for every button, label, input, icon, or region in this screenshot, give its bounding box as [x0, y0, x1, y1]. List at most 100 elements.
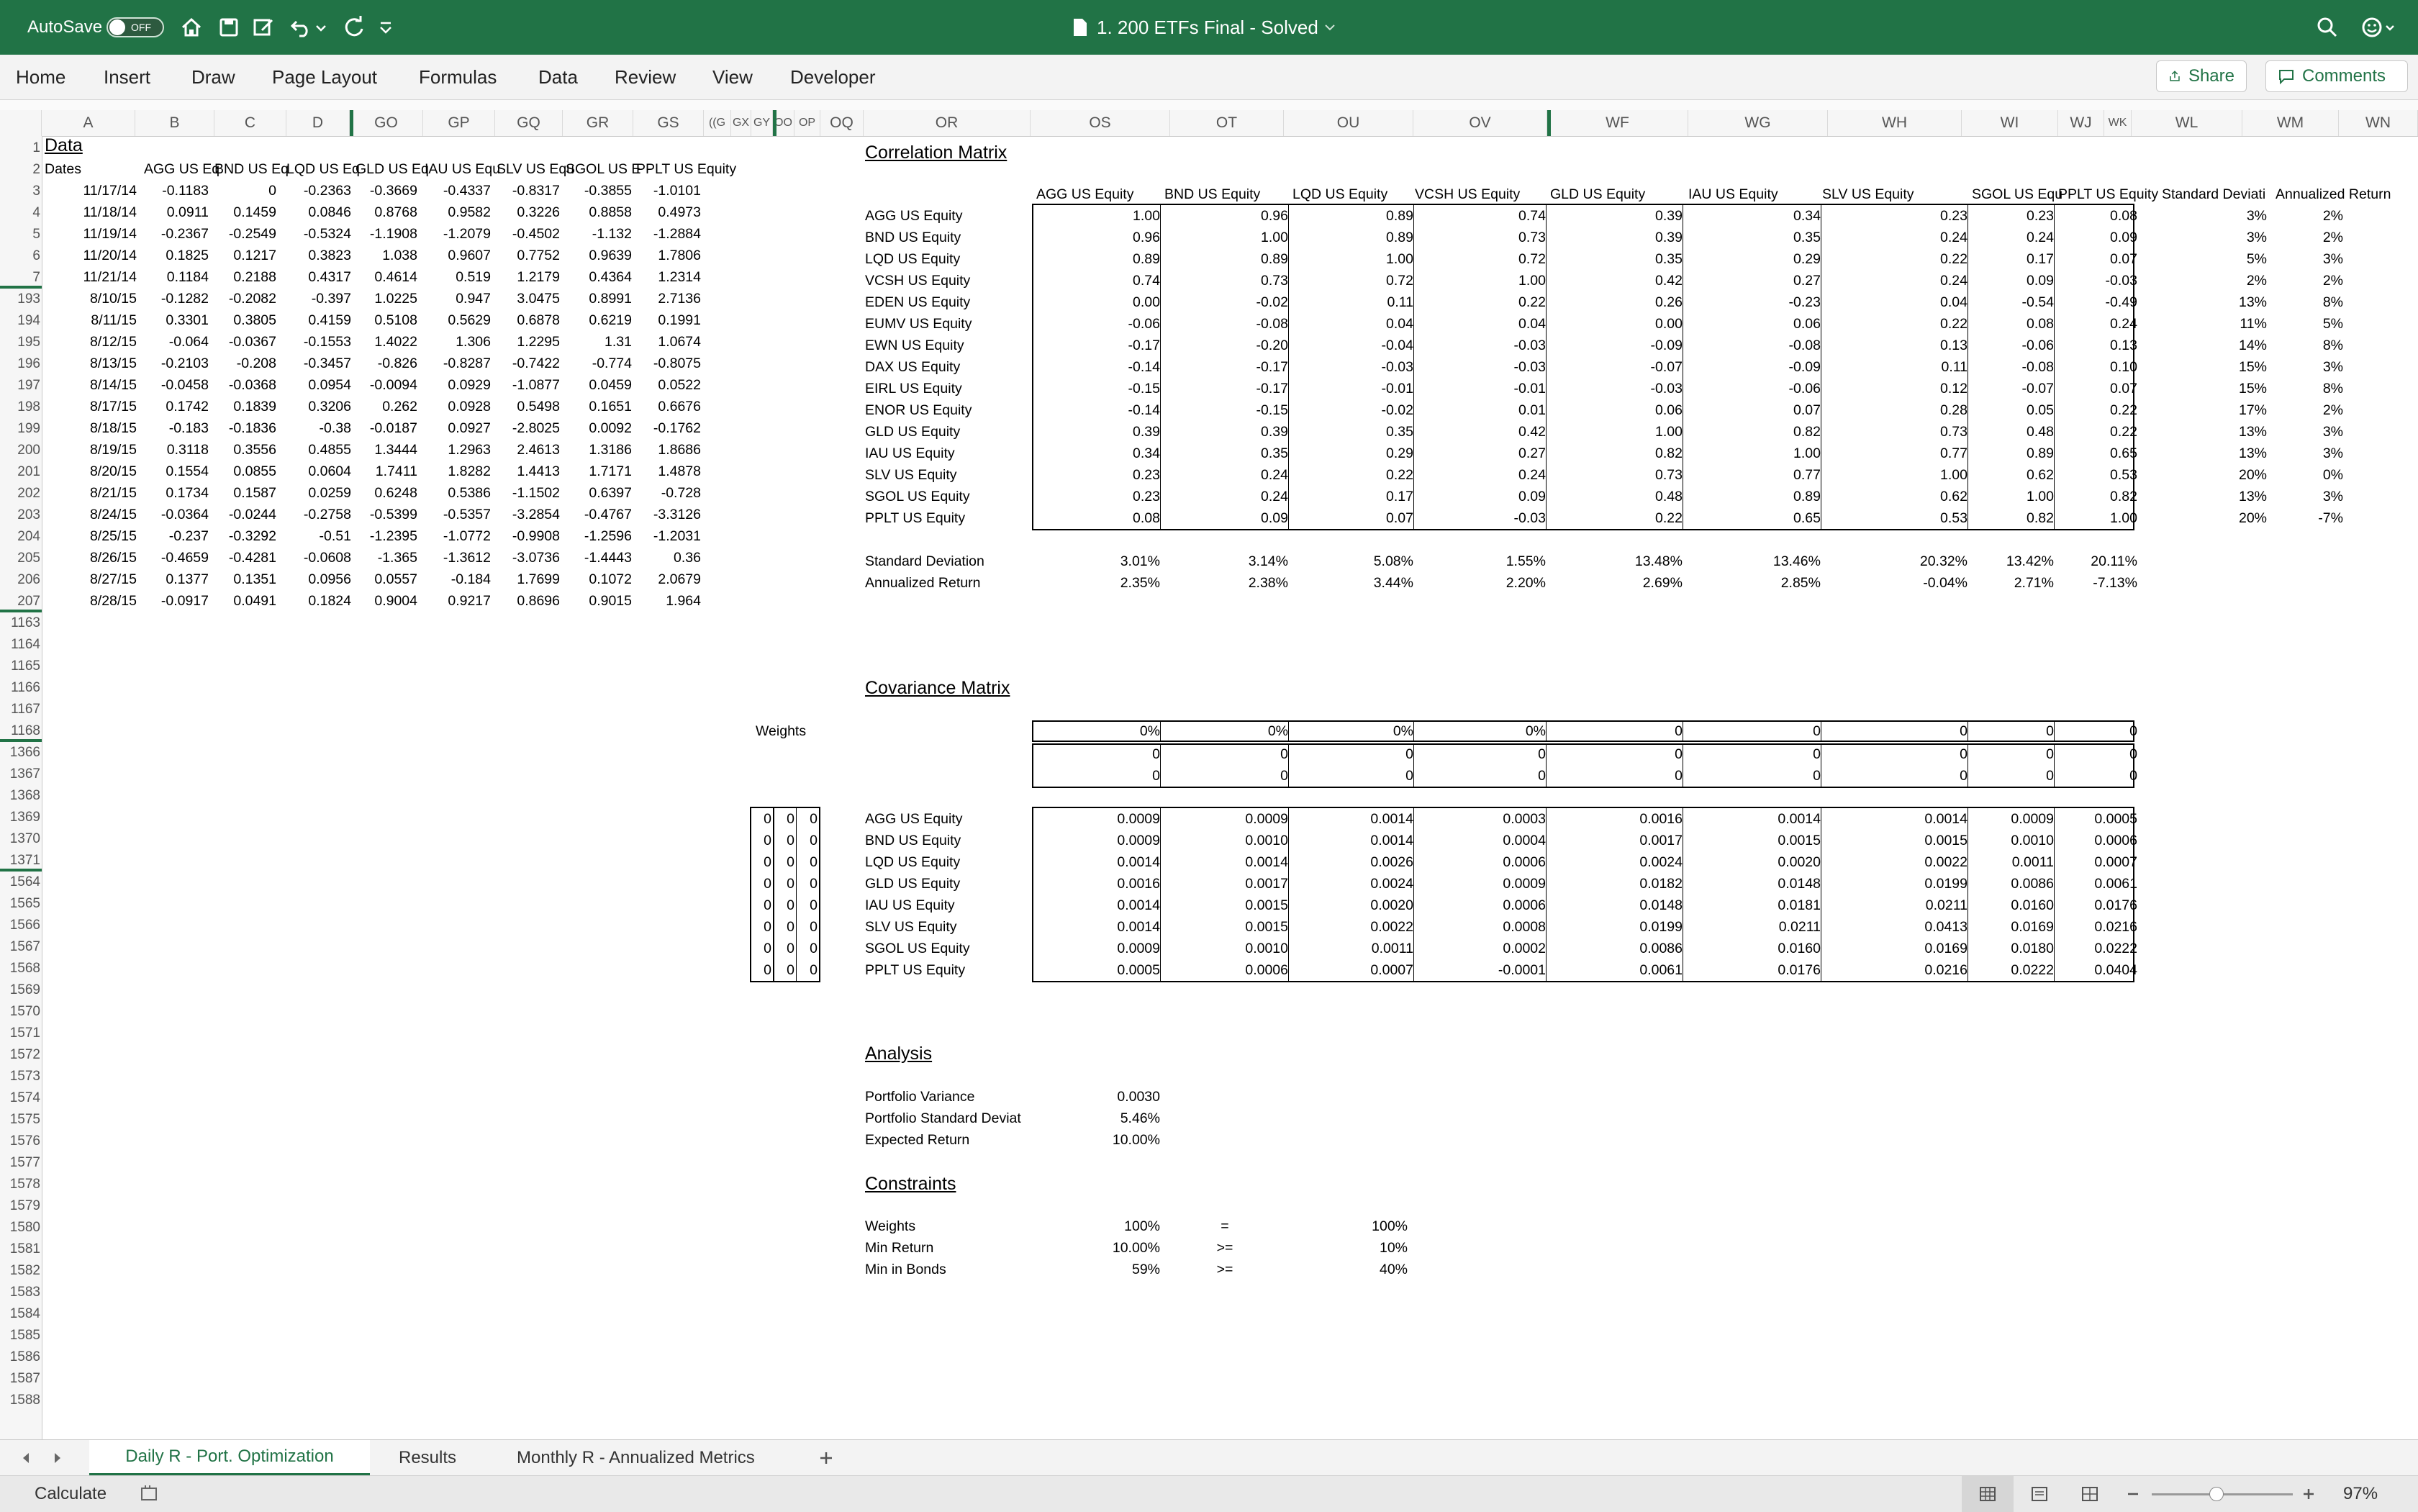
return-cell[interactable]: 0.5108: [338, 312, 417, 328]
return-cell[interactable]: 1.7699: [481, 571, 560, 587]
return-cell[interactable]: -0.3855: [553, 183, 632, 199]
return-cell[interactable]: 0.9582: [412, 204, 491, 220]
return-cell[interactable]: -1.2395: [338, 528, 417, 544]
row-header[interactable]: 1366: [0, 745, 40, 761]
comments-button[interactable]: Comments: [2265, 60, 2408, 92]
row-header[interactable]: 5: [0, 227, 40, 243]
row-header[interactable]: 1585: [0, 1328, 40, 1344]
column-header[interactable]: GQ: [495, 110, 563, 136]
row-header[interactable]: 1565: [0, 896, 40, 912]
row-header[interactable]: 202: [0, 486, 40, 502]
undo-icon[interactable]: [286, 13, 315, 42]
zoom-out-icon[interactable]: [2124, 1485, 2142, 1503]
sheet-tab-results[interactable]: Results: [399, 1440, 456, 1476]
row-header[interactable]: 1166: [0, 680, 40, 696]
column-header[interactable]: C: [214, 110, 286, 136]
return-cell[interactable]: -1.0877: [481, 377, 560, 393]
column-header[interactable]: WJ: [2058, 110, 2104, 136]
undo-dropdown-icon[interactable]: [314, 13, 328, 42]
return-cell[interactable]: 0.8991: [553, 291, 632, 307]
row-header[interactable]: 1574: [0, 1090, 40, 1106]
date-cell[interactable]: 8/20/15: [58, 463, 137, 479]
return-cell[interactable]: -0.826: [338, 356, 417, 371]
row-header[interactable]: 1570: [0, 1004, 40, 1020]
return-cell[interactable]: 0.4973: [622, 204, 701, 220]
row-header[interactable]: 1573: [0, 1069, 40, 1085]
date-cell[interactable]: 11/17/14: [58, 183, 137, 199]
return-cell[interactable]: -1.2884: [622, 226, 701, 242]
return-cell[interactable]: -0.0244: [197, 507, 276, 522]
return-cell[interactable]: -0.2549: [197, 226, 276, 242]
date-cell[interactable]: 8/26/15: [58, 550, 137, 566]
save-icon[interactable]: [214, 13, 243, 42]
return-cell[interactable]: -3.0736: [481, 550, 560, 566]
return-cell[interactable]: 1.3444: [338, 442, 417, 458]
date-cell[interactable]: 8/27/15: [58, 571, 137, 587]
column-header[interactable]: B: [135, 110, 214, 136]
return-cell[interactable]: 1.0674: [622, 334, 701, 350]
return-cell[interactable]: 0.3226: [481, 204, 560, 220]
return-cell[interactable]: 0.2188: [197, 269, 276, 285]
row-header[interactable]: 4: [0, 205, 40, 221]
return-cell[interactable]: 0.0092: [553, 420, 632, 436]
row-header[interactable]: 1568: [0, 961, 40, 977]
return-cell[interactable]: -0.0187: [338, 420, 417, 436]
date-cell[interactable]: 11/20/14: [58, 248, 137, 263]
scroll-left-icon[interactable]: [17, 1449, 35, 1467]
add-sheet-icon[interactable]: [818, 1449, 835, 1467]
return-cell[interactable]: 1.7171: [553, 463, 632, 479]
return-cell[interactable]: -0.1836: [197, 420, 276, 436]
return-cell[interactable]: 0.1991: [622, 312, 701, 328]
return-cell[interactable]: 0.5629: [412, 312, 491, 328]
scroll-right-icon[interactable]: [49, 1449, 66, 1467]
return-cell[interactable]: 0.8696: [481, 593, 560, 609]
tab-home[interactable]: Home: [16, 55, 65, 99]
return-cell[interactable]: -0.4337: [412, 183, 491, 199]
column-header[interactable]: OR: [864, 110, 1031, 136]
return-cell[interactable]: 2.7136: [622, 291, 701, 307]
row-header[interactable]: 6: [0, 248, 40, 264]
row-header[interactable]: 194: [0, 313, 40, 329]
date-cell[interactable]: 11/19/14: [58, 226, 137, 242]
date-cell[interactable]: 8/12/15: [58, 334, 137, 350]
return-cell[interactable]: 0.8858: [553, 204, 632, 220]
return-cell[interactable]: -0.0368: [197, 377, 276, 393]
redo-icon[interactable]: [340, 13, 368, 42]
date-cell[interactable]: 8/21/15: [58, 485, 137, 501]
row-header[interactable]: 204: [0, 529, 40, 545]
home-icon[interactable]: [177, 13, 206, 42]
return-cell[interactable]: 1.3186: [553, 442, 632, 458]
feedback-smiley-icon[interactable]: [2359, 13, 2396, 42]
row-header[interactable]: 1369: [0, 810, 40, 825]
return-cell[interactable]: -1.0101: [622, 183, 701, 199]
return-cell[interactable]: 0.9607: [412, 248, 491, 263]
return-cell[interactable]: -0.8317: [481, 183, 560, 199]
return-cell[interactable]: -0.9908: [481, 528, 560, 544]
return-cell[interactable]: 1.4413: [481, 463, 560, 479]
row-header[interactable]: 1582: [0, 1263, 40, 1279]
return-cell[interactable]: -0.3292: [197, 528, 276, 544]
return-cell[interactable]: 0.0491: [197, 593, 276, 609]
return-cell[interactable]: -0.5357: [412, 507, 491, 522]
column-header[interactable]: WI: [1962, 110, 2058, 136]
return-cell[interactable]: 1.964: [622, 593, 701, 609]
row-header[interactable]: 1588: [0, 1393, 40, 1408]
row-header[interactable]: 195: [0, 335, 40, 350]
date-cell[interactable]: 11/18/14: [58, 204, 137, 220]
row-header[interactable]: 1: [0, 140, 40, 156]
return-cell[interactable]: 1.2295: [481, 334, 560, 350]
return-cell[interactable]: -2.8025: [481, 420, 560, 436]
date-cell[interactable]: 8/24/15: [58, 507, 137, 522]
return-cell[interactable]: 0.1351: [197, 571, 276, 587]
row-header[interactable]: 1569: [0, 982, 40, 998]
column-header[interactable]: WG: [1688, 110, 1828, 136]
return-cell[interactable]: -1.0772: [412, 528, 491, 544]
page-break-view-icon[interactable]: [2081, 1485, 2098, 1503]
row-header[interactable]: 1576: [0, 1133, 40, 1149]
return-cell[interactable]: 0.519: [412, 269, 491, 285]
column-header[interactable]: OP: [794, 110, 820, 136]
return-cell[interactable]: -0.4502: [481, 226, 560, 242]
row-header[interactable]: 1165: [0, 658, 40, 674]
return-cell[interactable]: 1.31: [553, 334, 632, 350]
column-header[interactable]: GO: [350, 110, 423, 136]
